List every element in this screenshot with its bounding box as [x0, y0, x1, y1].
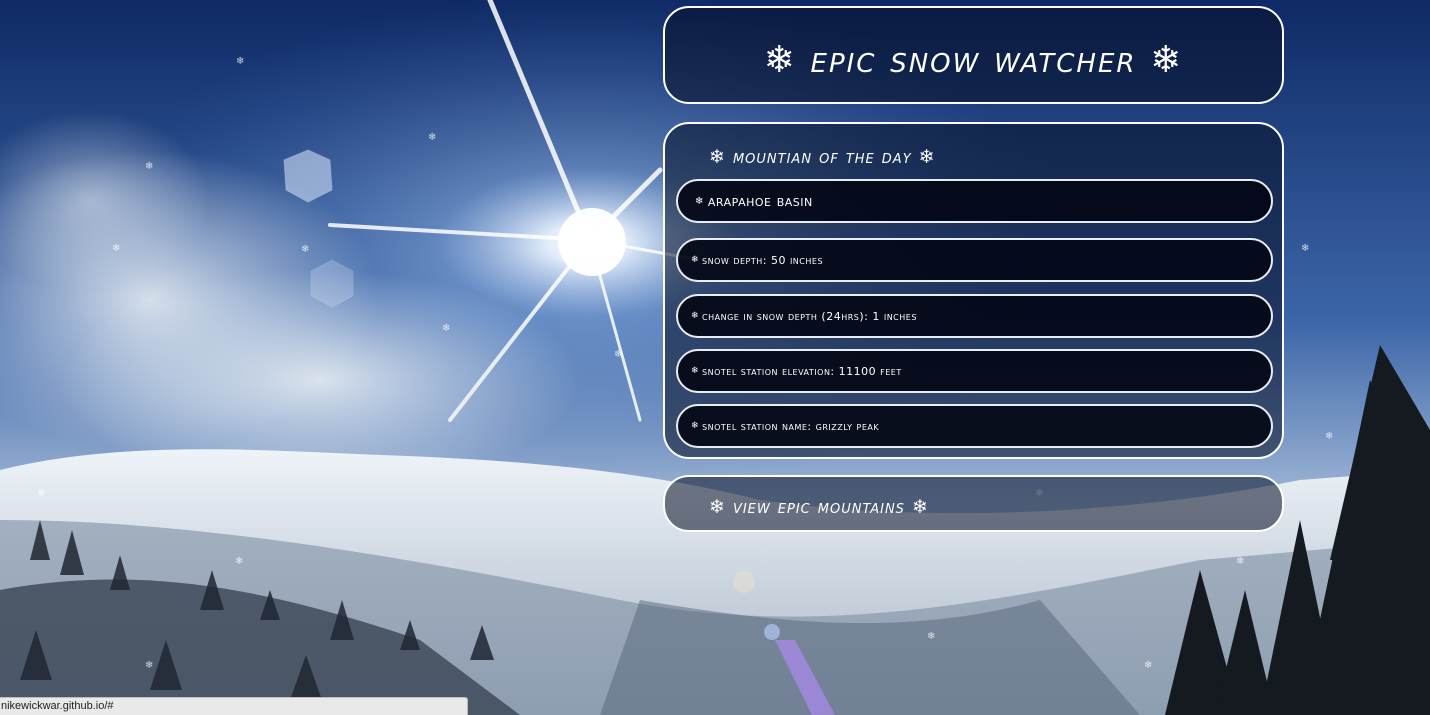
snowflake-icon: ❄	[691, 255, 700, 265]
snowflake-icon: ❄	[614, 349, 623, 360]
mountain-name: Arapahoe Basin	[707, 192, 813, 210]
snowflake-icon: ❄	[1236, 556, 1245, 567]
snow-change-text: Change in Snow Depth (24hrs): 1 inches	[702, 309, 917, 323]
snowflake-icon: ❄	[1301, 243, 1310, 254]
snowflake-icon: ❄	[691, 366, 700, 376]
page-title: ❄ Epic Snow Watcher ❄	[763, 38, 1184, 81]
snowflake-icon: ❄	[442, 323, 451, 334]
snowflake-icon: ❄	[145, 161, 154, 172]
snow-depth-text: Snow Depth: 50 inches	[702, 253, 824, 267]
snowflake-icon: ❄	[112, 243, 121, 254]
snowflake-icon: ❄	[37, 488, 46, 499]
snowflake-icon: ❄	[428, 132, 437, 143]
snowflake-icon: ❄	[691, 421, 700, 431]
snowflake-icon: ❄	[236, 56, 245, 67]
station-name-text: Snotel Station Name: GRIZZLY PEAK	[702, 419, 880, 433]
snowflake-icon: ❄	[1144, 660, 1153, 671]
title-panel: ❄ Epic Snow Watcher ❄	[663, 6, 1284, 104]
station-elevation-row: ❄ Snotel Station Elevation: 11100 feet	[676, 349, 1273, 393]
browser-status-url: nikewickwar.github.io/#	[0, 697, 468, 715]
snowflake-icon: ❄	[235, 556, 244, 567]
station-name-row: ❄ Snotel Station Name: GRIZZLY PEAK	[676, 404, 1273, 448]
view-mountains-label: ❄ View Epic Mountains ❄	[709, 496, 929, 518]
snowflake-icon: ❄	[1325, 431, 1334, 442]
mountain-of-day-heading: ❄ Mountian of the Day ❄	[709, 146, 936, 168]
snowflake-icon: ❄	[927, 631, 936, 642]
snowflake-icon: ❄	[301, 244, 310, 255]
snowflake-icon: ❄	[145, 660, 154, 671]
snow-depth-row: ❄ Snow Depth: 50 inches	[676, 238, 1273, 282]
snowflake-icon: ❄	[691, 311, 700, 321]
station-elevation-text: Snotel Station Elevation: 11100 feet	[702, 364, 902, 378]
snow-change-row: ❄ Change in Snow Depth (24hrs): 1 inches	[676, 294, 1273, 338]
view-mountains-button[interactable]: ❄ View Epic Mountains ❄	[663, 475, 1284, 532]
snowflake-icon: ❄	[695, 195, 704, 207]
mountain-name-row: ❄ Arapahoe Basin	[676, 179, 1273, 223]
mountain-of-day-panel: ❄ Mountian of the Day ❄ ❄ Arapahoe Basin…	[663, 122, 1284, 459]
